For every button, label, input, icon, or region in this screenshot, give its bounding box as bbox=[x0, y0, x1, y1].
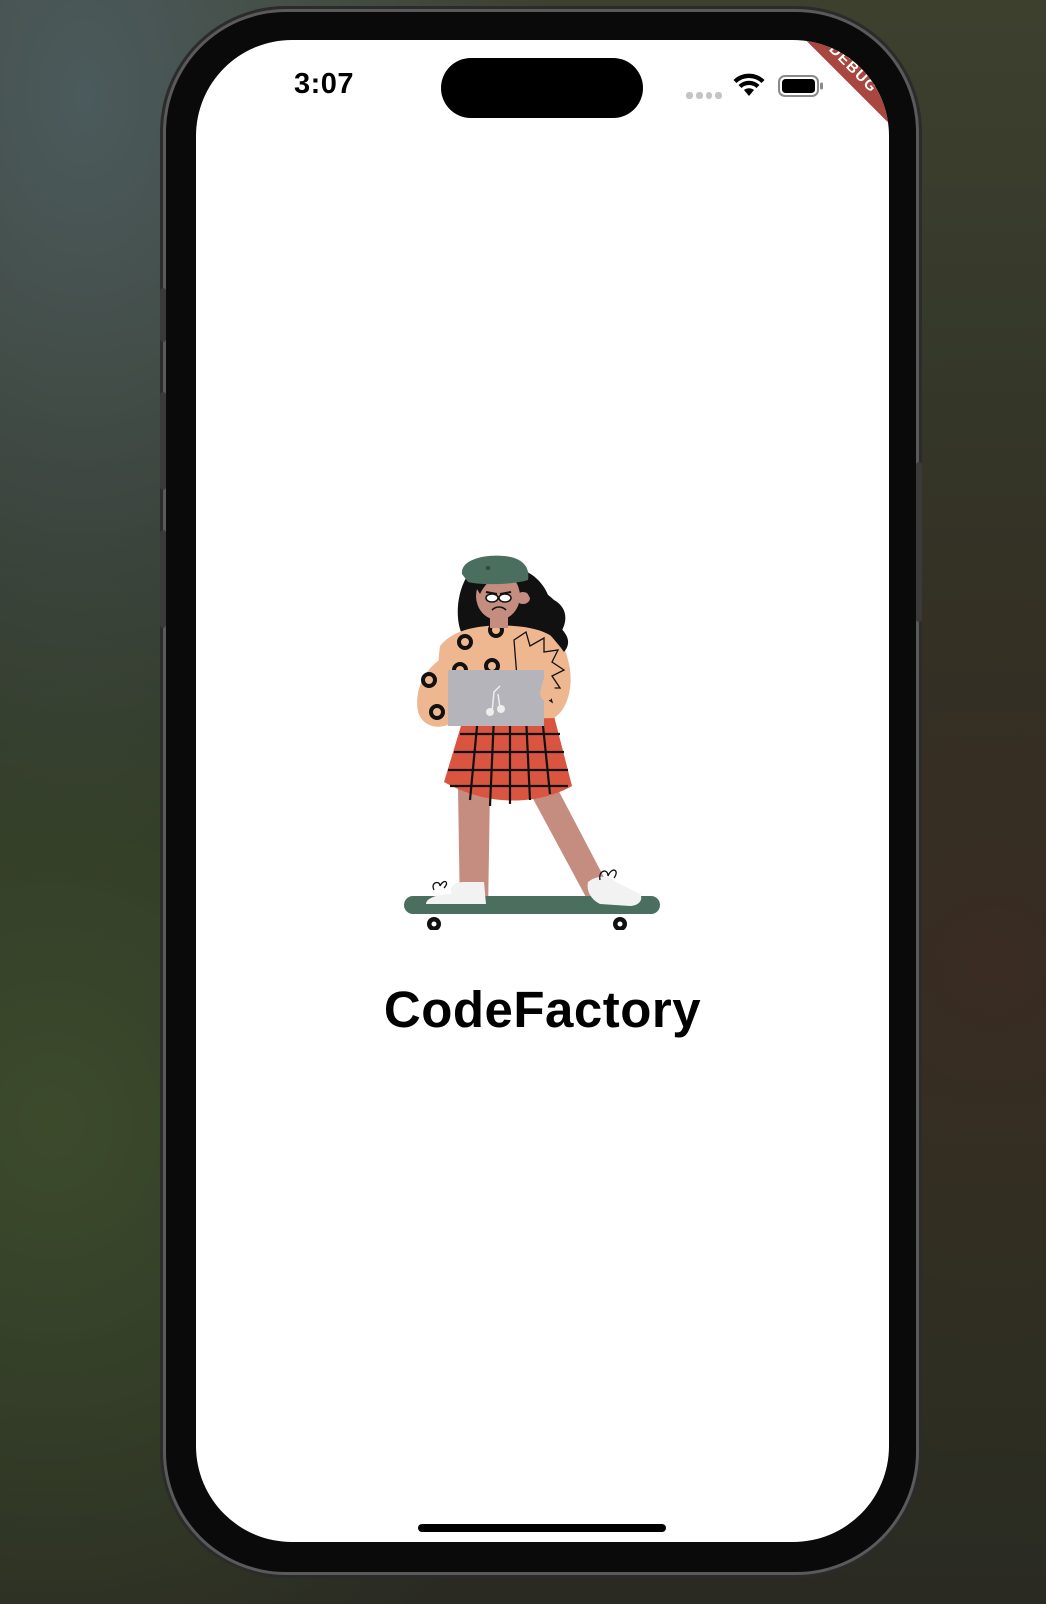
battery-icon bbox=[778, 75, 823, 97]
wifi-icon bbox=[733, 73, 765, 96]
app-title: CodeFactory bbox=[383, 981, 702, 1038]
action-button bbox=[160, 288, 166, 342]
volume-down-button bbox=[160, 530, 166, 628]
app-screen: 3:07 DEBUG CodeFactory bbox=[196, 40, 889, 1542]
volume-up-button bbox=[160, 392, 166, 490]
cellular-signal-icon bbox=[686, 92, 722, 100]
power-button bbox=[916, 462, 922, 622]
status-time: 3:07 bbox=[294, 68, 355, 100]
dynamic-island bbox=[441, 58, 643, 118]
home-indicator[interactable] bbox=[418, 1524, 666, 1532]
girl-on-skateboard-illustration bbox=[404, 555, 660, 930]
